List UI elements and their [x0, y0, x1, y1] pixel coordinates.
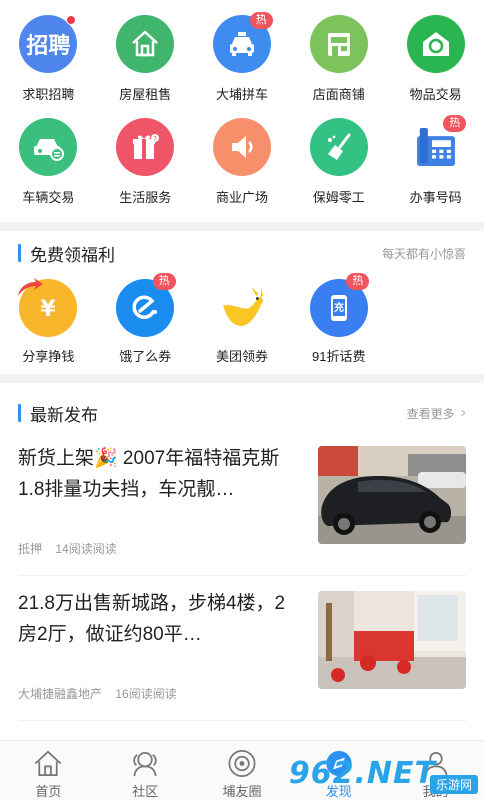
news-title: 21.8万出售新城路，步梯4楼，2房2厅，做证约80平…: [18, 593, 286, 645]
watermark-brand: 962.NET: [288, 756, 436, 791]
service-exchange[interactable]: 物品交易: [387, 10, 484, 113]
welfare-share[interactable]: ¥ 分享挣钱: [0, 271, 97, 374]
service-plaza[interactable]: 商业广场: [194, 113, 291, 216]
view-more-link[interactable]: 查看更多 ›: [407, 404, 466, 422]
hot-badge: 热: [346, 273, 370, 290]
news-tag: 大埔捷融鑫地产: [18, 687, 103, 701]
svg-text:充: 充: [334, 301, 344, 314]
hot-badge: 热: [249, 12, 273, 29]
room-photo: [318, 591, 466, 689]
community-icon: [133, 751, 157, 777]
service-life[interactable]: ? 生活服务: [97, 113, 194, 216]
news-meta: 大埔捷融鑫地产 16阅读阅读: [18, 685, 303, 708]
tab-home[interactable]: 首页: [0, 741, 97, 800]
service-grid: 招聘 求职招聘 房屋租售 热 大埔拼车 店面商铺 物品交易 车辆交易 ? 生活服…: [0, 0, 484, 216]
welfare-subtitle: 每天都有小惊喜: [381, 246, 466, 261]
watermark-sub: 乐游网: [429, 775, 478, 794]
svg-text:¥: ¥: [41, 297, 57, 322]
home-icon: [35, 750, 62, 777]
service-label: 大埔拼车: [215, 87, 268, 102]
watermark: 962.NET 乐游网: [289, 753, 478, 794]
news-reads: 16阅读阅读: [115, 687, 177, 701]
service-icon: ?: [116, 118, 175, 176]
car-photo: [318, 446, 466, 544]
welfare-meituan[interactable]: 美团领券: [194, 271, 291, 374]
news-item[interactable]: 21.8万出售新城路，步梯4楼，2房2厅，做证约80平… 大埔捷融鑫地产 16阅…: [18, 576, 466, 721]
tab-community[interactable]: 社区: [97, 741, 194, 800]
tab-label: 埔友圈: [222, 784, 262, 799]
service-label: 车辆交易: [22, 190, 75, 205]
section-title: 最新发布: [30, 405, 98, 425]
news-list: 新货上架🎉 2007年福特福克斯1.8排量功夫挡，车况靓… 抵押 14阅读阅读: [0, 431, 484, 721]
welfare-recharge[interactable]: 充 热 91折话费: [290, 271, 387, 374]
service-shop[interactable]: 店面商铺: [290, 10, 387, 113]
title-accent-bar: [18, 404, 21, 422]
section-divider: [0, 222, 484, 231]
service-house[interactable]: 房屋租售: [97, 10, 194, 113]
exchange-icon: [406, 15, 465, 73]
tab-circle[interactable]: 埔友圈: [194, 741, 291, 800]
welfare-label: 分享挣钱: [22, 349, 75, 364]
news-text: 新货上架🎉 2007年福特福克斯1.8排量功夫挡，车况靓… 抵押 14阅读阅读: [18, 443, 303, 563]
welfare-eleme[interactable]: 热 饿了么券: [97, 271, 194, 374]
latest-title-wrap: 最新发布: [18, 401, 98, 426]
arrow-icon: [18, 278, 43, 296]
circle-icon: [228, 750, 256, 777]
svg-text:?: ?: [153, 135, 157, 143]
tab-label: 首页: [35, 784, 62, 799]
service-nanny[interactable]: 保姆零工: [290, 113, 387, 216]
welfare-label: 美团领券: [215, 349, 268, 364]
view-more-label: 查看更多: [406, 406, 455, 421]
section-divider: [0, 374, 484, 383]
vehicle-icon: [19, 118, 78, 176]
hot-badge: 热: [443, 115, 467, 132]
service-phone[interactable]: 热 办事号码: [387, 113, 484, 216]
service-label: 办事号码: [409, 190, 462, 205]
service-label: 生活服务: [119, 190, 172, 205]
house-icon: [116, 15, 175, 73]
hot-badge: 热: [152, 273, 176, 290]
service-label: 求职招聘: [22, 87, 75, 102]
welfare-label: 91折话费: [312, 349, 366, 364]
news-reads: 14阅读阅读: [55, 542, 117, 556]
service-job[interactable]: 招聘 求职招聘: [0, 10, 97, 113]
welfare-label: 饿了么券: [119, 349, 172, 364]
welfare-title-wrap: 免费领福利: [18, 241, 115, 266]
news-title: 新货上架🎉 2007年福特福克斯1.8排量功夫挡，车况靓…: [18, 448, 280, 500]
service-carpool[interactable]: 热 大埔拼车: [194, 10, 291, 113]
broom-icon: [309, 118, 368, 176]
service-label: 保姆零工: [312, 190, 365, 205]
welfare-header: 免费领福利 每天都有小惊喜: [0, 235, 484, 271]
service-label: 店面商铺: [312, 87, 365, 102]
shop-icon: [309, 15, 368, 73]
tab-label: 社区: [132, 784, 159, 799]
latest-header: 最新发布 查看更多 ›: [0, 395, 484, 431]
news-meta: 抵押 14阅读阅读: [18, 540, 303, 563]
news-text: 21.8万出售新城路，步梯4楼，2房2厅，做证约80平… 大埔捷融鑫地产 16阅…: [18, 588, 303, 708]
kangaroo-icon: [212, 279, 271, 337]
welfare-list: ¥ 分享挣钱 热 饿了么券 美团领券 充 热 91折话费: [0, 271, 484, 374]
title-accent-bar: [18, 244, 21, 262]
service-vehicle[interactable]: 车辆交易: [0, 113, 97, 216]
news-item[interactable]: 新货上架🎉 2007年福特福克斯1.8排量功夫挡，车况靓… 抵押 14阅读阅读: [18, 431, 466, 576]
service-label: 商业广场: [215, 190, 268, 205]
chevron-right-icon: ›: [460, 404, 466, 421]
notification-dot: [66, 15, 76, 25]
service-label: 房屋租售: [119, 87, 172, 102]
service-label: 物品交易: [409, 87, 462, 102]
section-title: 免费领福利: [30, 245, 115, 265]
speaker-icon: [212, 118, 271, 176]
news-tag: 抵押: [18, 542, 43, 556]
